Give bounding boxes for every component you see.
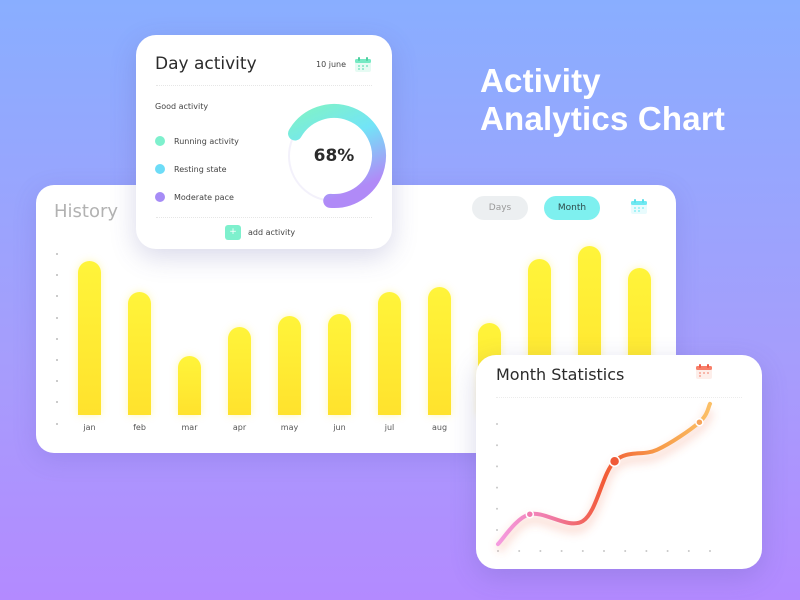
legend-item-running: Running activity [155,135,239,147]
legend-label: Resting state [174,164,227,174]
data-point[interactable] [608,455,621,468]
y-axis-tick [496,486,498,489]
y-axis-tick [56,380,58,383]
month-statistics-line-chart [494,401,715,554]
day-activity-title: Day activity [155,54,257,74]
legend-item-moderate: Moderate pace [155,191,234,203]
x-axis-tick [645,550,648,552]
y-axis-tick [56,359,58,361]
day-activity-card: Day activity 10 june Good activity Runni… [136,35,392,249]
y-axis-tick [56,337,58,340]
x-tick-label: aug [431,423,448,432]
x-axis-tick [581,550,584,552]
x-axis-tick [518,550,521,552]
legend-dot [155,164,165,174]
y-axis-tick [56,253,58,255]
x-axis-tick [666,550,669,552]
bar-aug[interactable] [428,287,451,415]
y-axis-tick [56,422,58,425]
data-point[interactable] [525,509,535,519]
x-axis-tick [709,550,711,552]
x-tick-label: jul [384,423,395,432]
x-tick-label: may [280,423,299,432]
x-tick-label: mar [181,423,198,432]
x-axis-tick [560,550,563,552]
bar-mar[interactable] [178,355,201,415]
divider [156,85,372,86]
bar-apr[interactable] [228,327,251,415]
x-axis-tick [687,550,690,552]
y-axis-tick [496,529,498,531]
y-axis-tick [496,465,498,468]
y-axis-tick [496,507,498,510]
legend-label: Running activity [174,136,239,146]
month-statistics-card: Month Statistics [476,355,762,569]
data-point[interactable] [695,417,704,427]
x-tick-label: feb [133,423,146,432]
add-activity-button[interactable]: + [225,225,241,240]
legend-label: Moderate pace [174,192,234,202]
bar-jul[interactable] [378,291,401,415]
day-activity-date: 10 june [316,60,347,69]
plus-icon: + [229,227,237,237]
x-tick-label: apr [232,423,247,432]
legend-item-resting: Resting state [155,163,227,175]
progress-percent: 68% [313,146,355,166]
bar-may[interactable] [278,316,301,415]
legend-dot [155,136,165,146]
headline-line-1: Activity [480,62,601,99]
x-tick-label: jan [83,423,96,432]
activity-status: Good activity [155,102,209,111]
y-axis-tick [56,316,58,319]
divider [156,217,372,218]
x-tick-label: jun [333,423,346,432]
x-axis-tick [539,550,542,552]
bar-feb[interactable] [128,291,151,415]
x-axis-tick [603,550,605,552]
bar-jun[interactable] [328,313,351,415]
y-axis-tick [56,274,58,277]
y-axis-tick [496,423,498,425]
bar-jan[interactable] [78,261,101,415]
add-activity-label[interactable]: add activity [248,228,295,237]
y-axis-tick [56,401,58,404]
y-axis-tick [56,295,58,298]
legend-dot [155,192,165,202]
calendar-icon[interactable] [354,56,372,73]
page-headline: Activity Analytics Chart [480,62,725,138]
y-axis-tick [496,444,498,447]
x-axis-tick [624,550,627,552]
headline-line-2: Analytics Chart [480,100,726,137]
